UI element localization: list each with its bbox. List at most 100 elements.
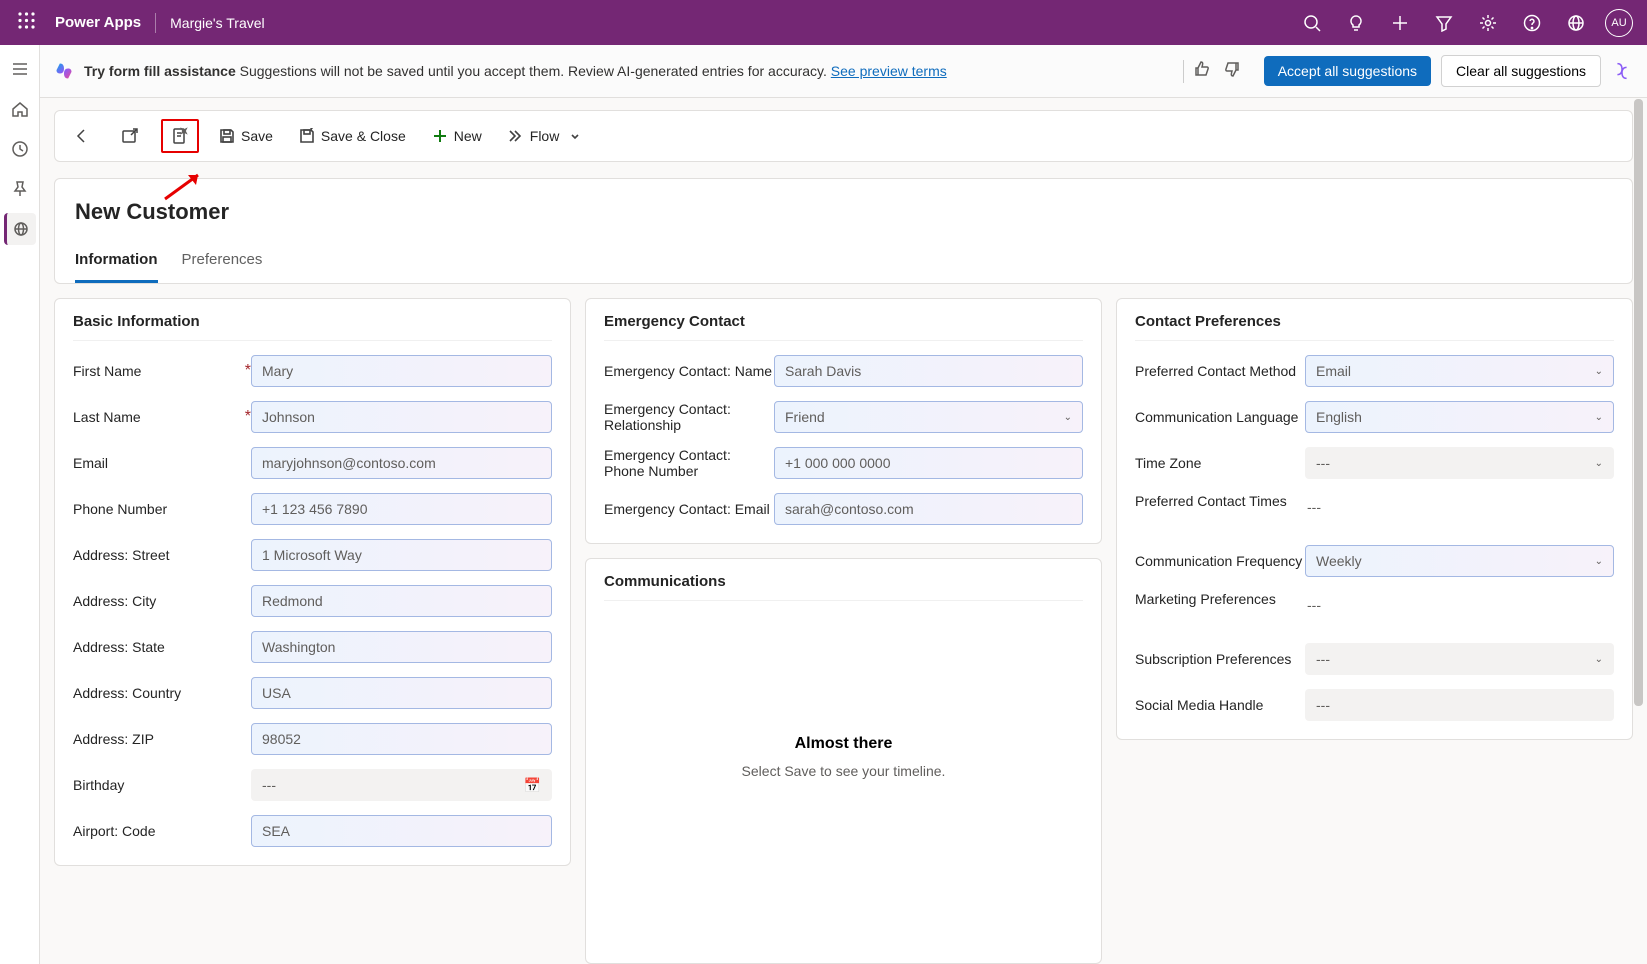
suggestion-text: Try form fill assistance Suggestions wil… (84, 63, 1169, 79)
email-input[interactable]: maryjohnson@contoso.com (251, 447, 552, 479)
chevron-down-icon: ⌄ (1595, 366, 1603, 377)
emergency-email-input[interactable]: sarah@contoso.com (774, 493, 1083, 525)
field-label: Email (73, 455, 251, 471)
basic-information-card: Basic Information First Name* Mary Last … (54, 298, 571, 866)
filter-icon[interactable] (1423, 6, 1465, 40)
copilot-toggle-icon[interactable] (1611, 60, 1633, 82)
settings-gear-icon[interactable] (1467, 6, 1509, 40)
street-input[interactable]: 1 Microsoft Way (251, 539, 552, 571)
tab-preferences[interactable]: Preferences (182, 251, 263, 283)
thumbs-up-icon[interactable] (1190, 60, 1214, 83)
contact-preferences-card: Contact Preferences Preferred Contact Me… (1116, 298, 1633, 740)
field-label: Preferred Contact Times (1135, 493, 1305, 509)
city-input[interactable]: Redmond (251, 585, 552, 617)
app-launcher-icon[interactable] (8, 6, 45, 40)
preview-terms-link[interactable]: See preview terms (831, 63, 947, 79)
frequency-select[interactable]: Weekly⌄ (1305, 545, 1614, 577)
country-input[interactable]: USA (251, 677, 552, 709)
emergency-phone-input[interactable]: +1 000 000 0000 (774, 447, 1083, 479)
chevron-down-icon: ⌄ (1595, 556, 1603, 567)
field-label: Last Name (73, 409, 241, 425)
environment-name[interactable]: Margie's Travel (160, 15, 274, 31)
entity-icon[interactable] (4, 213, 36, 245)
flow-button[interactable]: Flow (502, 124, 588, 148)
communications-card: Communications Almost there Select Save … (585, 558, 1102, 964)
hamburger-menu-icon[interactable] (4, 53, 36, 85)
first-name-input[interactable]: Mary (251, 355, 552, 387)
form-fill-suggestion-bar: Try form fill assistance Suggestions wil… (40, 45, 1647, 98)
recent-icon[interactable] (4, 133, 36, 165)
state-input[interactable]: Washington (251, 631, 552, 663)
field-label: Subscription Preferences (1135, 651, 1305, 667)
card-title: Contact Preferences (1135, 313, 1614, 341)
contact-times-value[interactable]: --- (1305, 493, 1614, 521)
copilot-badge-icon (54, 61, 74, 81)
communications-empty-subtitle: Select Save to see your timeline. (604, 763, 1083, 779)
subscription-select[interactable]: ---⌄ (1305, 643, 1614, 675)
field-label: Address: State (73, 639, 251, 655)
contact-method-select[interactable]: Email⌄ (1305, 355, 1614, 387)
field-label: Emergency Contact: Email (604, 501, 774, 517)
emergency-name-input[interactable]: Sarah Davis (774, 355, 1083, 387)
last-name-input[interactable]: Johnson (251, 401, 552, 433)
new-button[interactable]: New (426, 124, 488, 148)
emergency-relationship-select[interactable]: Friend⌄ (774, 401, 1083, 433)
field-label: Emergency Contact: Name (604, 363, 774, 379)
lightbulb-icon[interactable] (1335, 6, 1377, 40)
home-icon[interactable] (4, 93, 36, 125)
language-select[interactable]: English⌄ (1305, 401, 1614, 433)
accept-all-suggestions-button[interactable]: Accept all suggestions (1264, 56, 1431, 86)
thumbs-down-icon[interactable] (1220, 60, 1244, 83)
chevron-down-icon: ⌄ (1595, 654, 1603, 665)
birthday-input[interactable]: ---📅 (251, 769, 552, 801)
chevron-down-icon: ⌄ (1595, 412, 1603, 423)
globe-icon[interactable] (1555, 6, 1597, 40)
field-label: Birthday (73, 777, 251, 793)
save-button[interactable]: Save (213, 124, 279, 148)
top-header: Power Apps Margie's Travel AU (0, 0, 1647, 45)
field-label: Emergency Contact: Phone Number (604, 447, 774, 479)
card-title: Emergency Contact (604, 313, 1083, 341)
timezone-select[interactable]: ---⌄ (1305, 447, 1614, 479)
card-title: Basic Information (73, 313, 552, 341)
field-label: Marketing Preferences (1135, 591, 1305, 607)
communications-empty-title: Almost there (604, 735, 1083, 753)
field-label: Address: ZIP (73, 731, 251, 747)
header-divider (155, 13, 156, 33)
field-label: Preferred Contact Method (1135, 363, 1305, 379)
marketing-prefs-value[interactable]: --- (1305, 591, 1614, 619)
social-handle-input[interactable]: --- (1305, 689, 1614, 721)
back-button[interactable] (65, 121, 99, 151)
form-fill-assist-button[interactable] (161, 119, 199, 153)
save-and-close-button[interactable]: Save & Close (293, 124, 412, 148)
clear-all-suggestions-button[interactable]: Clear all suggestions (1441, 55, 1601, 87)
left-nav-rail (0, 45, 40, 964)
pinned-icon[interactable] (4, 173, 36, 205)
card-title: Communications (604, 573, 1083, 601)
phone-input[interactable]: +1 123 456 7890 (251, 493, 552, 525)
tab-information[interactable]: Information (75, 251, 158, 283)
record-header: New Customer Information Preferences (54, 178, 1633, 284)
app-name-label: Power Apps (45, 14, 151, 31)
open-new-window-icon[interactable] (113, 121, 147, 151)
help-icon[interactable] (1511, 6, 1553, 40)
field-label: Address: Country (73, 685, 251, 701)
field-label: Emergency Contact: Relationship (604, 401, 774, 433)
field-label: First Name (73, 363, 241, 379)
field-label: Address: City (73, 593, 251, 609)
field-label: Communication Language (1135, 409, 1305, 425)
field-label: Airport: Code (73, 823, 251, 839)
search-icon[interactable] (1291, 6, 1333, 40)
calendar-icon[interactable]: 📅 (524, 777, 541, 794)
field-label: Phone Number (73, 501, 251, 517)
field-label: Communication Frequency (1135, 553, 1305, 569)
emergency-contact-card: Emergency Contact Emergency Contact: Nam… (585, 298, 1102, 544)
field-label: Time Zone (1135, 455, 1305, 471)
zip-input[interactable]: 98052 (251, 723, 552, 755)
field-label: Address: Street (73, 547, 251, 563)
scrollbar[interactable] (1631, 97, 1645, 964)
plus-icon[interactable] (1379, 6, 1421, 40)
airport-code-input[interactable]: SEA (251, 815, 552, 847)
command-bar: Save Save & Close New Flow (54, 110, 1633, 162)
user-avatar[interactable]: AU (1605, 9, 1633, 37)
